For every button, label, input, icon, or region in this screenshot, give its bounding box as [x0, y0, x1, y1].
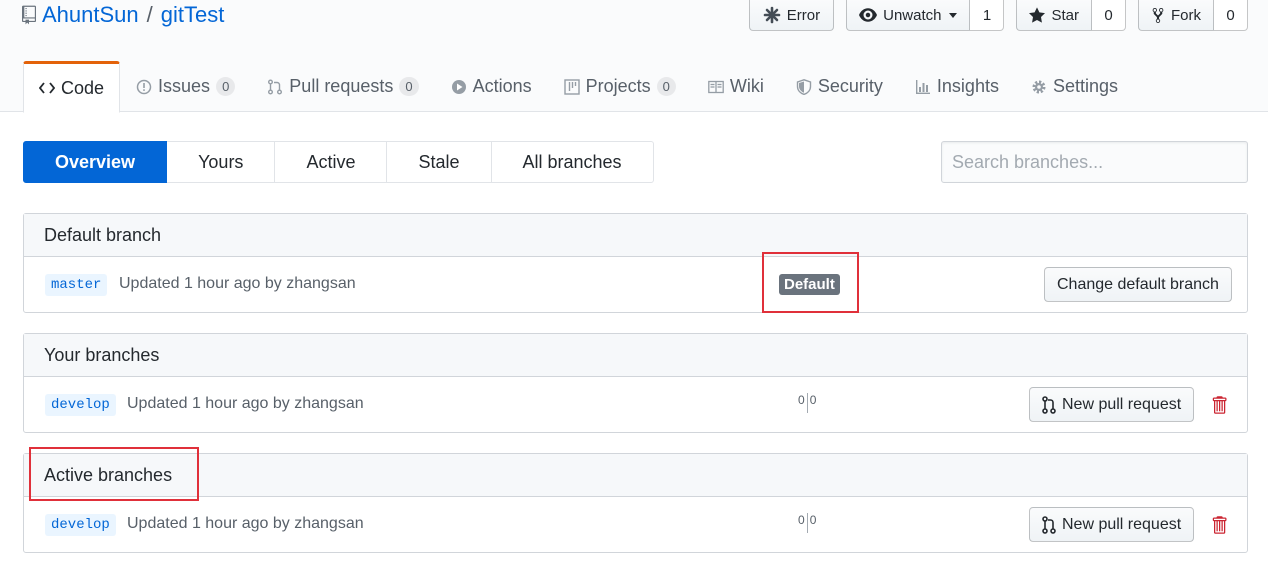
ahead-count: 0	[809, 393, 817, 407]
error-icon	[763, 6, 781, 24]
error-label: Error	[786, 6, 821, 24]
eye-icon	[859, 8, 878, 22]
branch-row: develop Updated 1 hour ago by zhangsan 0…	[24, 377, 1247, 432]
repo-nav: Code Issues 0 Pull requests 0 Actions Pr…	[23, 61, 1134, 113]
updated-text: Updated 1 hour ago by zhangsan	[127, 515, 364, 532]
filter-yours[interactable]: Yours	[167, 141, 276, 183]
projects-counter: 0	[656, 77, 676, 96]
new-pull-request-button[interactable]: New pull request	[1029, 387, 1195, 422]
repo-icon	[22, 5, 36, 25]
project-icon	[563, 78, 580, 95]
trash-icon[interactable]	[1211, 515, 1227, 535]
your-branches-box: Your branches develop Updated 1 hour ago…	[23, 333, 1248, 433]
tab-settings[interactable]: Settings	[1015, 61, 1134, 112]
tab-wiki[interactable]: Wiki	[692, 61, 780, 112]
ahead-behind-count: 0 0	[798, 393, 816, 413]
branch-name-link[interactable]: develop	[45, 394, 116, 416]
error-button[interactable]: Error	[748, 0, 835, 31]
filter-all-branches[interactable]: All branches	[491, 141, 654, 183]
pull-request-icon	[1042, 395, 1056, 414]
active-branches-header: Active branches	[24, 454, 1247, 497]
filter-overview[interactable]: Overview	[23, 141, 168, 183]
branch-name-link[interactable]: develop	[45, 514, 116, 536]
default-branch-header: Default branch	[24, 214, 1247, 257]
tab-security[interactable]: Security	[780, 61, 899, 112]
tab-label: Settings	[1052, 76, 1119, 96]
branch-row: master Updated 1 hour ago by zhangsan De…	[24, 257, 1247, 312]
unwatch-label: Unwatch	[883, 6, 942, 24]
tab-label: Projects	[585, 76, 651, 96]
repo-header: AhuntSun / gitTest Error Unwatch 1 Star …	[0, 0, 1268, 113]
star-group: Star 0	[1016, 0, 1126, 31]
tab-label: Insights	[936, 76, 999, 96]
watch-group: Unwatch 1	[846, 0, 1005, 31]
active-branches-box: Active branches develop Updated 1 hour a…	[23, 453, 1248, 553]
book-icon	[708, 80, 724, 93]
shield-icon	[796, 78, 812, 95]
trash-icon[interactable]	[1211, 395, 1227, 415]
annotation-highlight-default-badge	[762, 252, 859, 313]
gear-icon	[1032, 80, 1046, 93]
annotation-highlight-active-branches	[29, 447, 199, 501]
pull-requests-counter: 0	[399, 77, 419, 96]
tab-label: Security	[817, 76, 883, 96]
fork-icon	[1152, 7, 1164, 23]
star-icon	[1029, 7, 1046, 23]
unwatch-button[interactable]: Unwatch	[846, 0, 971, 31]
branch-filter-nav: Overview Yours Active Stale All branches	[23, 141, 654, 183]
fork-group: Fork 0	[1138, 0, 1248, 31]
graph-icon	[915, 79, 930, 94]
tab-label: Code	[61, 77, 105, 98]
stargazers-count[interactable]: 0	[1092, 0, 1126, 31]
fork-button[interactable]: Fork	[1138, 0, 1214, 31]
star-label: Star	[1051, 6, 1079, 24]
filter-stale[interactable]: Stale	[387, 141, 492, 183]
change-default-branch-button[interactable]: Change default branch	[1044, 267, 1232, 302]
fork-label: Fork	[1171, 6, 1201, 24]
tab-pull-requests[interactable]: Pull requests 0	[251, 61, 434, 112]
watchers-count[interactable]: 1	[970, 0, 1005, 31]
forks-count[interactable]: 0	[1214, 0, 1248, 31]
search-branches-input[interactable]	[941, 141, 1248, 183]
updated-text: Updated 1 hour ago by zhangsan	[127, 395, 364, 412]
repo-separator: /	[146, 2, 153, 27]
behind-count: 0	[798, 513, 805, 527]
default-branch-box: Default branch master Updated 1 hour ago…	[23, 213, 1248, 313]
tab-actions[interactable]: Actions	[435, 61, 548, 112]
your-branches-header: Your branches	[24, 334, 1247, 377]
issues-counter: 0	[216, 77, 236, 96]
ahead-count: 0	[809, 513, 817, 527]
tab-label: Issues	[158, 76, 211, 96]
tab-issues[interactable]: Issues 0	[120, 61, 251, 112]
play-icon	[451, 79, 466, 94]
new-pull-request-button[interactable]: New pull request	[1029, 507, 1195, 542]
updated-text: Updated 1 hour ago by zhangsan	[119, 275, 356, 292]
branch-name-link[interactable]: master	[45, 274, 108, 296]
ahead-behind-count: 0 0	[798, 513, 816, 533]
filter-active[interactable]: Active	[275, 141, 388, 183]
repo-owner-link[interactable]: AhuntSun	[42, 2, 139, 28]
issue-icon	[136, 79, 152, 94]
branch-row: develop Updated 1 hour ago by zhangsan 0…	[24, 497, 1247, 552]
pull-request-icon	[268, 79, 283, 94]
repo-title: AhuntSun / gitTest	[22, 2, 224, 28]
behind-count: 0	[798, 393, 805, 407]
new-pull-request-label: New pull request	[1062, 515, 1182, 533]
star-button[interactable]: Star	[1016, 0, 1092, 31]
ahead-behind-divider	[806, 513, 808, 533]
tab-label: Wiki	[729, 76, 764, 96]
tab-projects[interactable]: Projects 0	[548, 61, 692, 112]
change-default-branch-label: Change default branch	[1057, 275, 1219, 293]
code-icon	[39, 82, 55, 94]
new-pull-request-label: New pull request	[1062, 395, 1182, 413]
tab-label: Actions	[472, 76, 532, 96]
ahead-behind-divider	[806, 393, 808, 413]
tab-insights[interactable]: Insights	[899, 61, 1015, 112]
pull-request-icon	[1042, 515, 1056, 534]
tab-label: Pull requests	[289, 76, 394, 96]
repo-name-link[interactable]: gitTest	[161, 2, 225, 28]
pagehead-actions: Error Unwatch 1 Star 0 Fork 0	[748, 0, 1248, 31]
tab-code[interactable]: Code	[23, 61, 121, 113]
chevron-down-icon	[949, 12, 958, 18]
